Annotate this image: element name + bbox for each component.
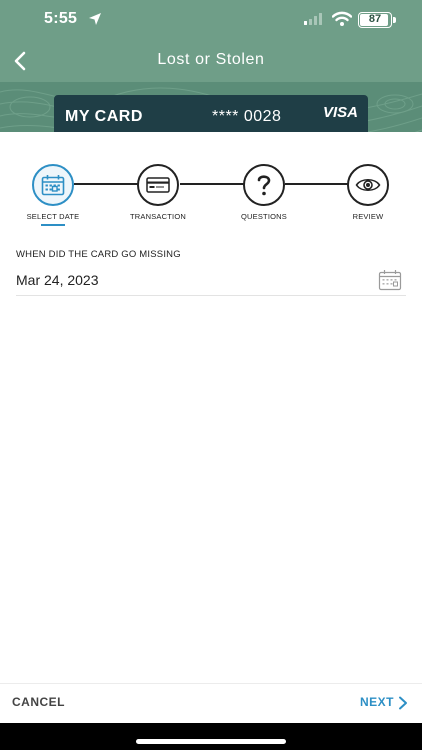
calendar-icon: [41, 175, 65, 196]
step-questions[interactable]: QUESTIONS: [219, 160, 309, 221]
battery-icon: 87: [358, 12, 392, 28]
step-label: TRANSACTION: [130, 212, 186, 221]
calendar-picker-icon[interactable]: [378, 269, 402, 291]
home-bar-area: [0, 723, 422, 750]
header: 5:55 87 Lost or Stolen MY CARD **** 0028…: [0, 0, 422, 132]
card-name: MY CARD: [65, 108, 143, 125]
page-title: Lost or Stolen: [157, 51, 265, 68]
location-arrow-icon: [89, 13, 101, 25]
status-time: 5:55: [44, 10, 78, 27]
chevron-right-icon[interactable]: [398, 696, 408, 710]
next-button[interactable]: NEXT: [360, 695, 394, 709]
step-transaction[interactable]: TRANSACTION: [113, 160, 203, 221]
step-select-date[interactable]: SELECT DATE: [8, 160, 98, 226]
wifi-icon: [332, 11, 352, 26]
battery-cap: [393, 17, 396, 23]
step-label: REVIEW: [352, 212, 384, 221]
card-summary: MY CARD **** 0028 VISA: [54, 95, 368, 132]
progress-stepper: SELECT DATE TRANSACTION QUESTIONS REVIEW: [0, 160, 422, 230]
footer-actions: CANCEL NEXT: [0, 683, 422, 723]
home-indicator[interactable]: [136, 739, 286, 744]
nav-bar: Lost or Stolen: [0, 40, 422, 82]
active-step-indicator: [41, 224, 65, 226]
date-field-label: WHEN DID THE CARD GO MISSING: [16, 249, 181, 260]
step-label: QUESTIONS: [241, 212, 287, 221]
step-review[interactable]: REVIEW: [323, 160, 413, 221]
step-label: SELECT DATE: [26, 212, 80, 221]
date-field[interactable]: Mar 24, 2023: [16, 266, 406, 296]
cellular-signal-icon: [304, 13, 322, 25]
status-bar: 5:55 87: [0, 0, 422, 40]
card-number: **** 0028: [212, 108, 282, 125]
cancel-button[interactable]: CANCEL: [12, 695, 65, 709]
battery-level: 87: [368, 13, 382, 25]
date-value: Mar 24, 2023: [16, 272, 99, 288]
credit-card-icon: [146, 177, 170, 193]
question-icon: [257, 175, 271, 196]
eye-icon: [355, 178, 381, 192]
card-brand-logo: VISA: [322, 104, 358, 121]
